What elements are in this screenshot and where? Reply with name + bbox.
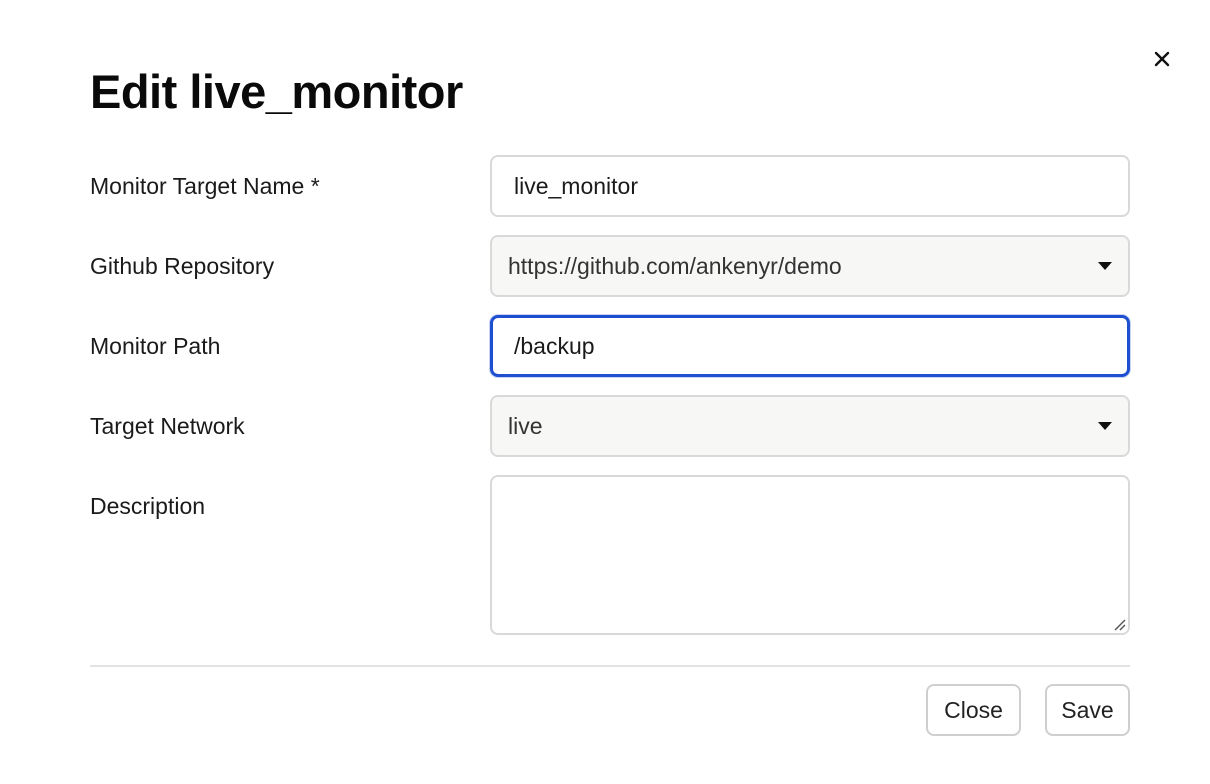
monitor-path-label: Monitor Path	[90, 333, 221, 359]
monitor-target-name-label: Monitor Target Name *	[90, 173, 320, 199]
description-label: Description	[90, 493, 206, 519]
dialog-title: Edit live_monitor	[90, 65, 463, 118]
target-network-selected: live	[508, 412, 543, 439]
monitor-target-name-value: live_monitor	[514, 172, 638, 199]
chevron-down-icon	[1098, 262, 1112, 270]
resize-handle-icon[interactable]	[1112, 617, 1126, 631]
save-button[interactable]: Save	[1045, 684, 1130, 736]
close-button[interactable]: Close	[926, 684, 1021, 736]
close-icon-glyph	[1154, 51, 1170, 67]
target-network-select[interactable]: live	[490, 395, 1130, 457]
github-repository-label: Github Repository	[90, 253, 275, 279]
monitor-path-input[interactable]: /backup	[490, 315, 1130, 377]
github-repository-selected: https://github.com/ankenyr/demo	[508, 252, 842, 279]
monitor-path-value: /backup	[514, 332, 595, 359]
footer-divider	[90, 665, 1130, 667]
chevron-down-icon	[1098, 422, 1112, 430]
close-icon[interactable]	[1150, 46, 1174, 72]
edit-monitor-dialog: Edit live_monitor Monitor Target Name * …	[0, 0, 1210, 784]
description-textarea[interactable]	[490, 475, 1130, 635]
github-repository-select[interactable]: https://github.com/ankenyr/demo	[490, 235, 1130, 297]
target-network-label: Target Network	[90, 413, 245, 439]
monitor-target-name-input[interactable]: live_monitor	[490, 155, 1130, 217]
